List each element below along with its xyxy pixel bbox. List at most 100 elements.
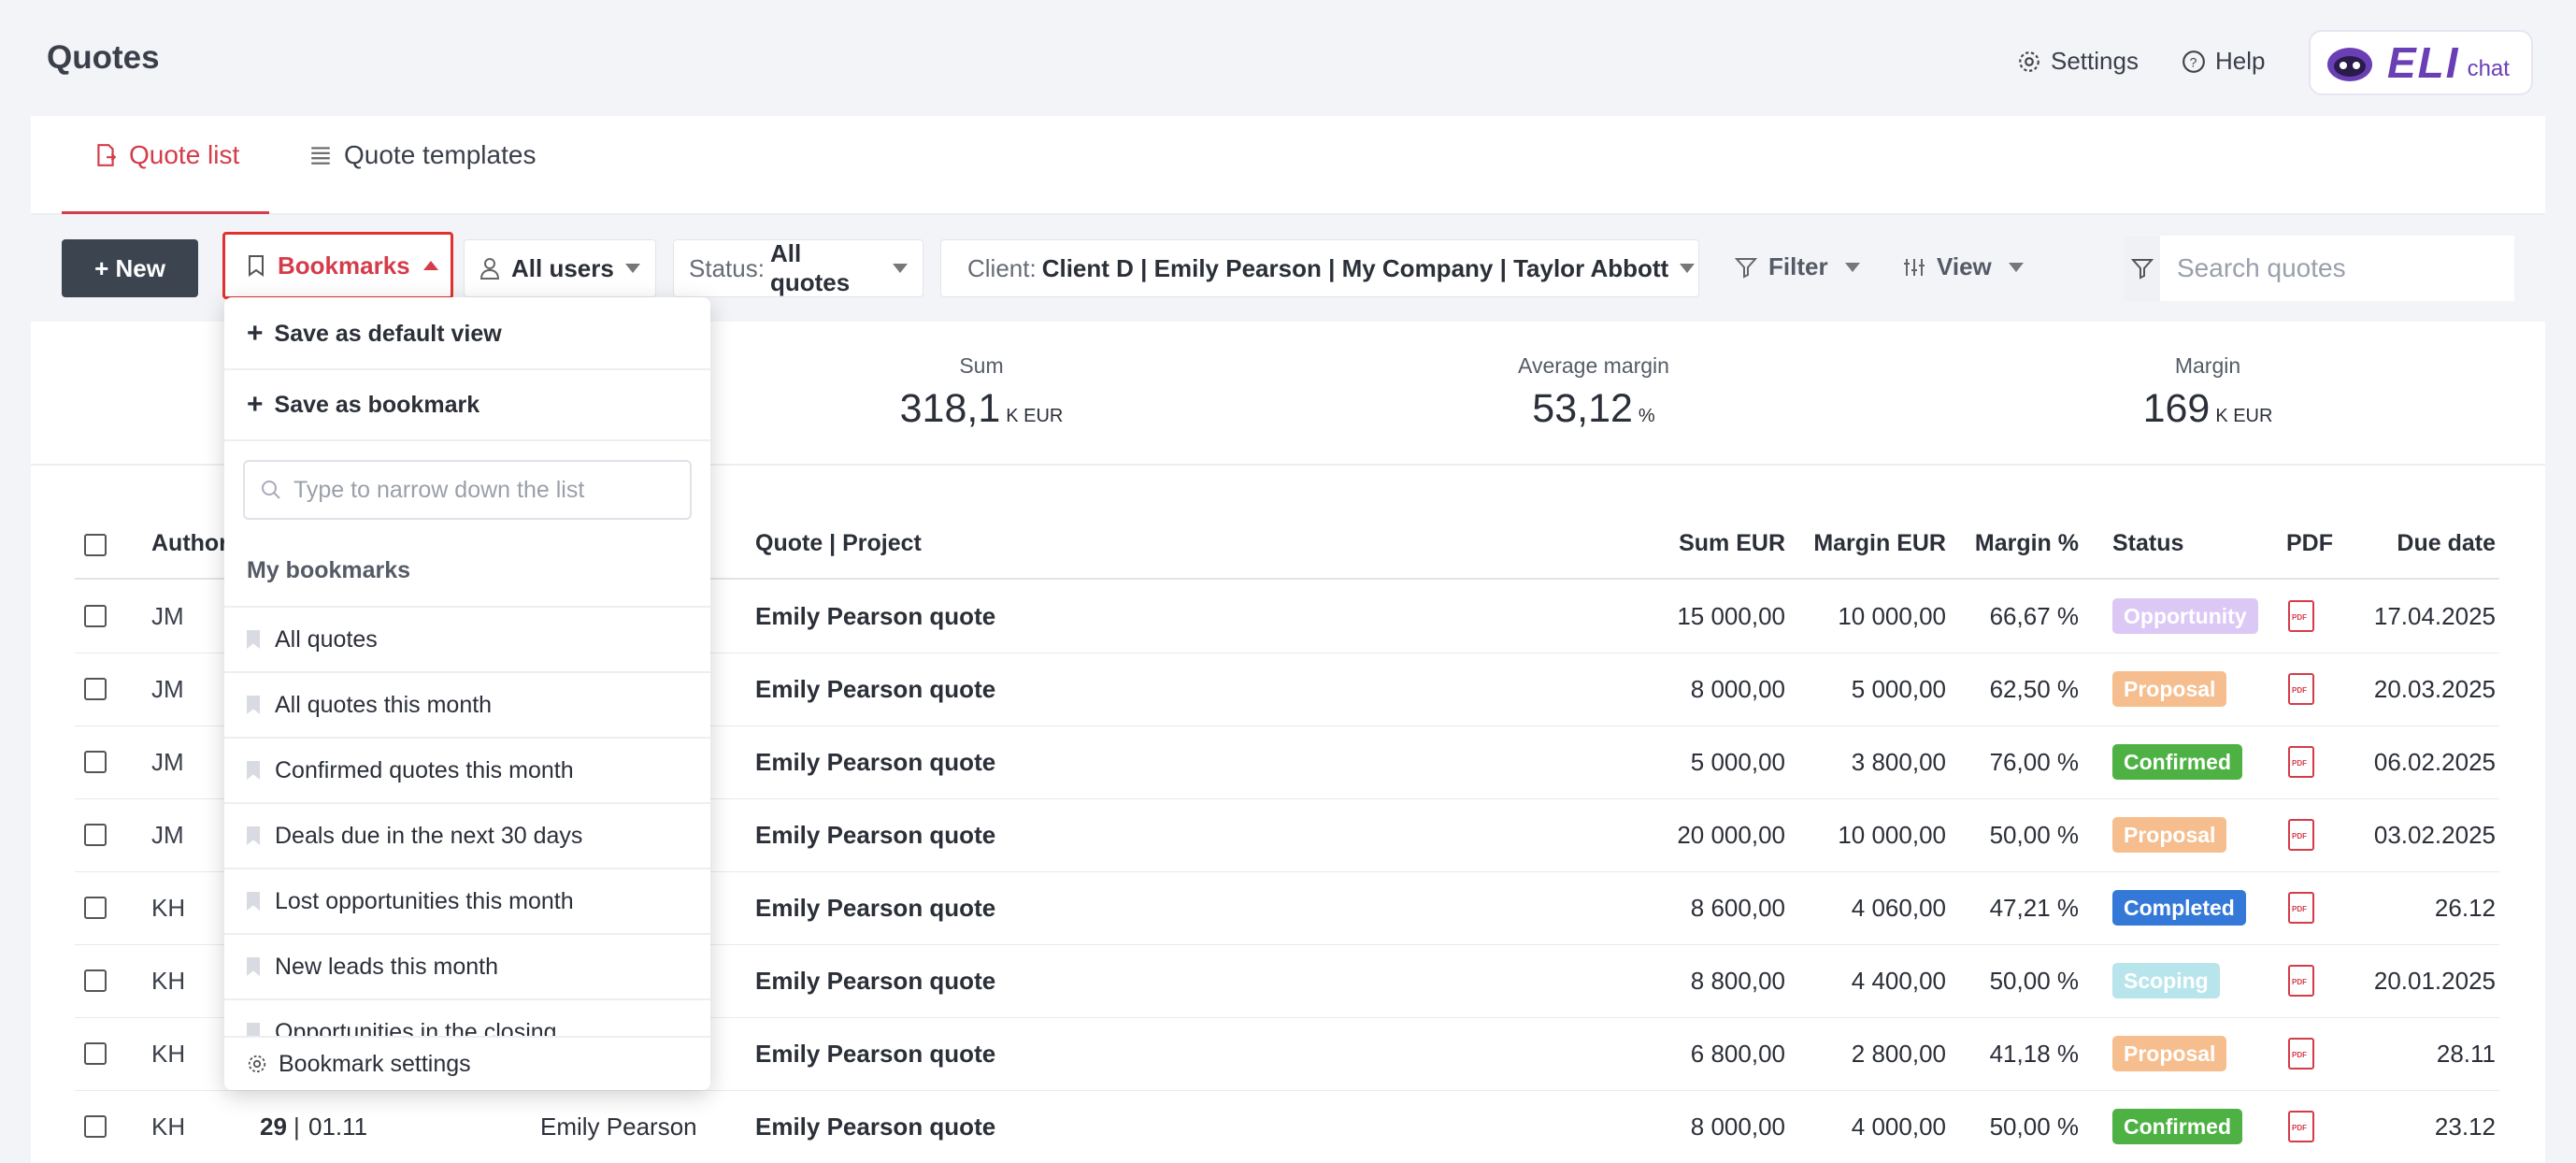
plus-icon: +	[247, 389, 264, 420]
mascot-icon	[2327, 48, 2372, 81]
row-checkbox[interactable]	[84, 678, 107, 700]
tab-quote-templates[interactable]: Quote templates	[308, 140, 536, 170]
bookmark-item[interactable]: Confirmed quotes this month	[224, 737, 710, 802]
kpi-label: Sum	[959, 353, 1004, 378]
due-date-cell: 20.01.2025	[2373, 967, 2496, 995]
bookmark-item-label: All quotes	[275, 625, 378, 653]
margin-pct-cell: 62,50 %	[1989, 675, 2079, 703]
row-checkbox[interactable]	[84, 1115, 107, 1138]
status-badge: Completed	[2112, 890, 2246, 926]
margin-pct-cell: 50,00 %	[1989, 1113, 2079, 1141]
pdf-icon[interactable]	[2288, 746, 2314, 778]
bookmark-item-label: Deals due in the next 30 days	[275, 822, 583, 849]
client-value: Client D | Emily Pearson | My Company | …	[1041, 253, 1669, 282]
search-input[interactable]	[2160, 236, 2514, 301]
pdf-icon[interactable]	[2288, 965, 2314, 997]
chevron-down-icon	[2008, 262, 2024, 272]
filter-label: Filter	[1768, 252, 1828, 280]
divider	[224, 368, 710, 370]
author-cell: KH	[151, 1040, 186, 1068]
author-cell: JM	[151, 602, 184, 630]
kpi-value: 318,1	[899, 386, 1001, 431]
chevron-down-icon	[1844, 262, 1860, 272]
bookmark-icon	[249, 255, 264, 277]
status-prefix: Status:	[689, 253, 765, 282]
kpi-value: 169	[2142, 386, 2211, 431]
kpi-unit: K EUR	[1006, 406, 1064, 426]
margin-pct-cell: 50,00 %	[1989, 967, 2079, 995]
save-bookmark-label: Save as bookmark	[274, 391, 480, 418]
bookmark-item[interactable]: All quotes	[224, 606, 710, 671]
author-cell: KH	[151, 1113, 186, 1141]
bookmark-item[interactable]: All quotes this month	[224, 671, 710, 737]
filter-icon[interactable]	[2124, 236, 2160, 301]
pdf-icon[interactable]	[2288, 819, 2314, 851]
quote-link[interactable]: Emily Pearson quote	[755, 602, 995, 631]
author-cell: KH	[151, 894, 186, 922]
col-status[interactable]: Status	[2112, 530, 2183, 557]
author-cell: KH	[151, 967, 186, 995]
bookmark-icon	[247, 630, 260, 649]
bookmark-item[interactable]: Deals due in the next 30 days	[224, 802, 710, 868]
quote-link[interactable]: Emily Pearson quote	[755, 675, 995, 704]
row-checkbox[interactable]	[84, 751, 107, 773]
margin-cell: 5 000,00	[1851, 675, 1946, 703]
gear-icon	[2019, 50, 2039, 72]
bookmark-settings-button[interactable]: Bookmark settings	[224, 1036, 710, 1090]
quote-link[interactable]: Emily Pearson quote	[755, 894, 995, 923]
save-bookmark-button[interactable]: + Save as bookmark	[247, 389, 479, 421]
quote-link[interactable]: Emily Pearson quote	[755, 1113, 995, 1141]
gear-icon	[248, 1055, 266, 1073]
pdf-icon[interactable]	[2288, 1111, 2314, 1142]
settings-link[interactable]: Settings	[2017, 47, 2139, 76]
bookmark-filter-input[interactable]	[293, 476, 667, 504]
help-link[interactable]: ? Help	[2182, 47, 2265, 76]
quote-link[interactable]: Emily Pearson quote	[755, 967, 995, 996]
filter-button[interactable]: Filter	[1735, 252, 1860, 281]
tab-quote-list[interactable]: Quote list	[93, 140, 239, 170]
bookmark-item[interactable]: New leads this month	[224, 933, 710, 998]
row-checkbox[interactable]	[84, 1042, 107, 1065]
quote-link[interactable]: Emily Pearson quote	[755, 1040, 995, 1069]
margin-cell: 2 800,00	[1851, 1040, 1946, 1068]
margin-pct-cell: 50,00 %	[1989, 821, 2079, 849]
bookmarks-section-title: My bookmarks	[247, 557, 411, 583]
eli-chat-logo[interactable]: ELI chat	[2309, 30, 2533, 95]
quote-doc-icon	[97, 144, 117, 166]
chevron-down-icon	[624, 264, 640, 273]
col-margin-pct[interactable]: Margin %	[1963, 530, 2079, 557]
client-select[interactable]: Client: Client D | Emily Pearson | My Co…	[940, 239, 1699, 297]
col-author[interactable]: Author	[151, 530, 228, 557]
col-sum[interactable]: Sum EUR	[1667, 530, 1785, 557]
due-date-cell: 20.03.2025	[2373, 675, 2496, 703]
row-checkbox[interactable]	[84, 897, 107, 919]
bookmark-item-label: New leads this month	[275, 953, 499, 980]
bookmarks-button[interactable]: Bookmarks	[222, 232, 453, 299]
client-cell[interactable]: Emily Pearson	[540, 1113, 697, 1141]
select-all-checkbox[interactable]	[84, 534, 107, 556]
quote-link[interactable]: Emily Pearson quote	[755, 748, 995, 777]
pdf-icon[interactable]	[2288, 673, 2314, 705]
sum-cell: 8 600,00	[1690, 894, 1785, 922]
filter-icon	[1735, 257, 1757, 279]
row-checkbox[interactable]	[84, 605, 107, 627]
bookmark-item[interactable]: Lost opportunities this month	[224, 868, 710, 933]
save-default-view-button[interactable]: + Save as default view	[247, 318, 502, 350]
pdf-icon[interactable]	[2288, 600, 2314, 632]
col-due-date[interactable]: Due date	[2337, 530, 2496, 557]
status-select[interactable]: Status: All quotes	[673, 239, 923, 297]
users-select[interactable]: All users	[464, 239, 656, 297]
col-margin[interactable]: Margin EUR	[1804, 530, 1946, 557]
row-checkbox[interactable]	[84, 824, 107, 846]
kpi-margin: Margin 169 K EUR	[2114, 353, 2301, 432]
quote-link[interactable]: Emily Pearson quote	[755, 821, 995, 850]
quote-number[interactable]: 29	[260, 1113, 287, 1141]
col-quote-project[interactable]: Quote | Project	[755, 530, 922, 557]
new-quote-button[interactable]: + New	[62, 239, 198, 297]
row-checkbox[interactable]	[84, 969, 107, 992]
help-icon: ?	[2182, 50, 2205, 73]
status-badge: Confirmed	[2112, 744, 2242, 780]
view-button[interactable]: View	[1903, 252, 2024, 281]
pdf-icon[interactable]	[2288, 892, 2314, 924]
pdf-icon[interactable]	[2288, 1038, 2314, 1070]
